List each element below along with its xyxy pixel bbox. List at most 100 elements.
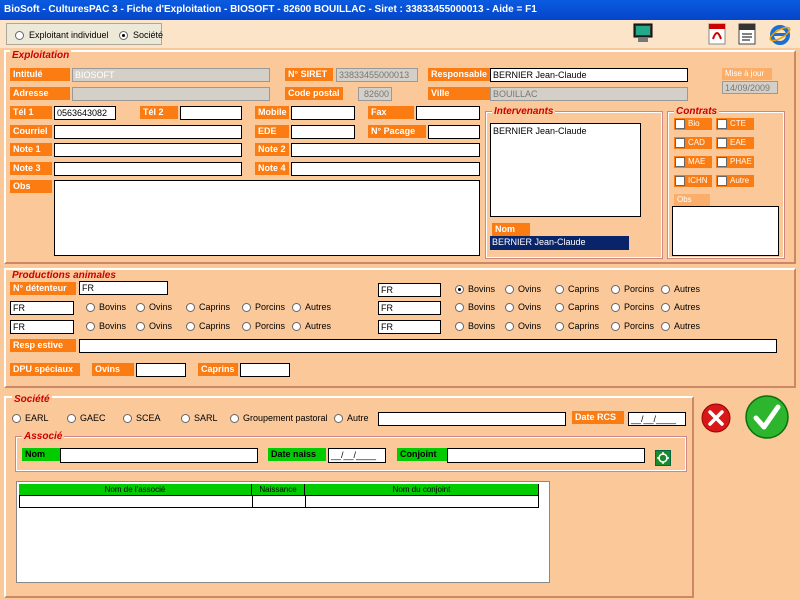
internet-explorer-icon[interactable] xyxy=(768,22,792,46)
mobile-field[interactable] xyxy=(291,106,355,120)
radio-bovins[interactable] xyxy=(455,284,464,295)
radio-scea[interactable] xyxy=(123,413,132,424)
mise-a-jour-label: Mise à jour xyxy=(722,68,772,80)
note3-field[interactable] xyxy=(54,162,242,176)
note4-field[interactable] xyxy=(291,162,480,176)
computer-icon[interactable] xyxy=(632,22,654,44)
contrat-mae[interactable]: MAE xyxy=(674,156,712,168)
adresse-field[interactable] xyxy=(72,87,270,101)
intitule-field[interactable]: BIOSOFT xyxy=(72,68,270,82)
radio-ovins[interactable] xyxy=(505,284,514,295)
radio-autres[interactable] xyxy=(661,302,670,313)
radio-bovins[interactable] xyxy=(455,321,464,332)
associe-nom-field[interactable] xyxy=(60,448,258,463)
ok-button[interactable] xyxy=(744,394,790,440)
header-nom-conjoint[interactable]: Nom du conjoint xyxy=(305,484,539,495)
date-naiss-field[interactable]: __/__/____ xyxy=(328,448,386,463)
radio-autres[interactable] xyxy=(292,321,301,332)
radio-sarl[interactable] xyxy=(181,413,190,424)
courriel-field[interactable] xyxy=(54,125,242,139)
radio-autres[interactable] xyxy=(661,284,670,295)
gaec-label: GAEC xyxy=(80,413,106,423)
radio-societe[interactable] xyxy=(119,30,128,41)
ville-field[interactable]: BOUILLAC xyxy=(490,87,688,101)
code-postal-label: Code postal xyxy=(285,87,343,100)
radio-ovins[interactable] xyxy=(136,302,145,313)
contrat-bio[interactable]: Bio xyxy=(674,118,712,130)
header-naissance[interactable]: Naissance xyxy=(252,484,305,495)
ede-field[interactable] xyxy=(291,125,355,139)
contrats-obs-field[interactable] xyxy=(672,206,779,256)
associe-legend: Associé xyxy=(22,431,65,442)
tel2-field[interactable] xyxy=(180,106,242,120)
responsable-label: Responsable xyxy=(428,68,490,81)
radio-gaec[interactable] xyxy=(67,413,76,424)
radio-autres[interactable] xyxy=(292,302,301,313)
contrat-cte[interactable]: CTE xyxy=(716,118,754,130)
radio-porcins[interactable] xyxy=(242,321,251,332)
contrat-autre[interactable]: Autre xyxy=(716,175,754,187)
radio-individuel[interactable] xyxy=(15,30,24,41)
cancel-button[interactable] xyxy=(700,402,732,434)
tel1-field[interactable]: 0563643082 xyxy=(54,106,116,120)
obs-field[interactable] xyxy=(54,180,480,256)
radio-autre[interactable] xyxy=(334,413,343,424)
radio-bovins[interactable] xyxy=(86,321,95,332)
radio-societe-label: Société xyxy=(133,30,164,40)
detenteur-field[interactable]: FR xyxy=(378,301,441,315)
caprins-label: Caprins xyxy=(199,321,231,331)
detenteur-field[interactable]: FR xyxy=(10,320,74,334)
code-postal-field[interactable]: 82600 xyxy=(358,87,392,101)
detenteur-field[interactable]: FR xyxy=(79,281,168,295)
radio-porcins[interactable] xyxy=(611,321,620,332)
radio-caprins[interactable] xyxy=(555,284,564,295)
radio-caprins[interactable] xyxy=(555,321,564,332)
conjoint-field[interactable] xyxy=(447,448,645,463)
note1-field[interactable] xyxy=(54,143,242,157)
intervenants-list[interactable]: BERNIER Jean-Claude xyxy=(490,123,641,217)
intervenant-item[interactable]: BERNIER Jean-Claude xyxy=(493,124,640,137)
radio-porcins[interactable] xyxy=(611,302,620,313)
date-rcs-field[interactable]: __/__/____ xyxy=(628,412,686,426)
table-row[interactable] xyxy=(19,495,539,508)
radio-ovins[interactable] xyxy=(505,321,514,332)
intervenant-nom-field[interactable]: BERNIER Jean-Claude xyxy=(490,236,629,250)
rtf-icon[interactable] xyxy=(736,22,758,46)
dpu-caprins-field[interactable] xyxy=(240,363,290,377)
pacage-field[interactable] xyxy=(428,125,480,139)
radio-porcins[interactable] xyxy=(611,284,620,295)
contrat-ichn[interactable]: ICHN xyxy=(674,175,712,187)
autre-forme-field[interactable] xyxy=(378,412,566,426)
radio-autres[interactable] xyxy=(661,321,670,332)
tel1-label: Tél 1 xyxy=(10,106,52,119)
radio-ovins[interactable] xyxy=(505,302,514,313)
responsable-field[interactable]: BERNIER Jean-Claude xyxy=(490,68,688,82)
detenteur-field[interactable]: FR xyxy=(378,283,441,297)
radio-caprins[interactable] xyxy=(186,302,195,313)
radio-caprins[interactable] xyxy=(555,302,564,313)
autre-label: Autre xyxy=(347,413,369,423)
resp-estive-field[interactable] xyxy=(79,339,777,353)
radio-porcins[interactable] xyxy=(242,302,251,313)
ede-label: EDE xyxy=(255,125,289,138)
header-nom-associe[interactable]: Nom de l'associé xyxy=(19,484,252,495)
contrat-cad[interactable]: CAD xyxy=(674,137,712,149)
note2-field[interactable] xyxy=(291,143,480,157)
pdf-icon[interactable] xyxy=(706,22,728,46)
contrat-phae[interactable]: PHAE xyxy=(716,156,754,168)
radio-groupement-pastoral[interactable] xyxy=(230,413,239,424)
radio-bovins[interactable] xyxy=(86,302,95,313)
radio-ovins[interactable] xyxy=(136,321,145,332)
siret-field[interactable]: 33833455000013 xyxy=(336,68,418,82)
contrat-eae[interactable]: EAE xyxy=(716,137,754,149)
fax-field[interactable] xyxy=(416,106,480,120)
detenteur-field[interactable]: FR xyxy=(10,301,74,315)
detenteur-field[interactable]: FR xyxy=(378,320,441,334)
intervenants-legend: Intervenants xyxy=(492,106,556,117)
radio-bovins[interactable] xyxy=(455,302,464,313)
ovins-label: Ovins xyxy=(518,321,542,331)
radio-caprins[interactable] xyxy=(186,321,195,332)
radio-earl[interactable] xyxy=(12,413,21,424)
add-associe-icon[interactable] xyxy=(655,450,671,466)
dpu-ovins-field[interactable] xyxy=(136,363,186,377)
